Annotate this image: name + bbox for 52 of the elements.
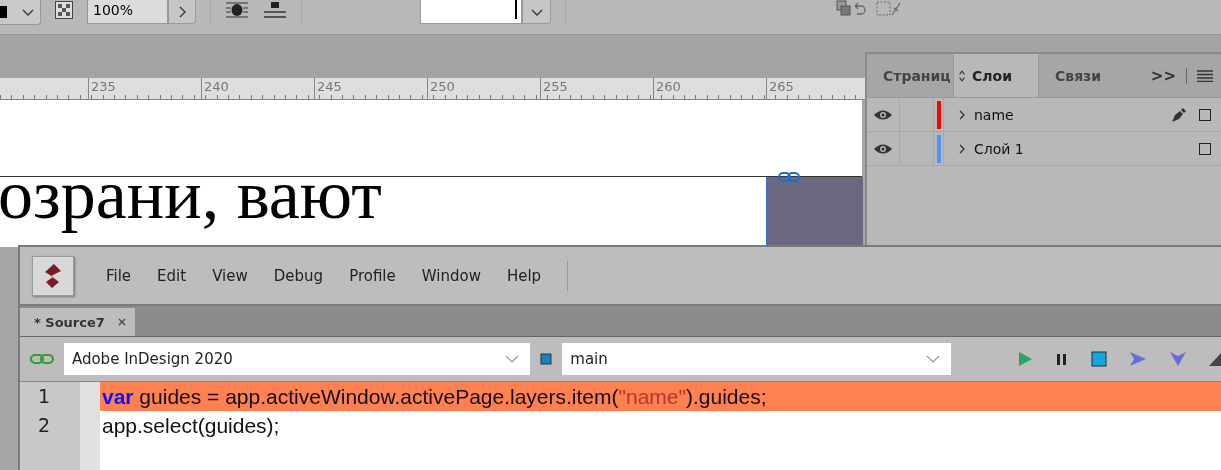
ruler-label: 240	[201, 78, 314, 99]
editor-tab[interactable]: * Source7	[20, 308, 135, 336]
menu-item[interactable]: Window	[421, 266, 481, 285]
frame-fit-icon[interactable]	[876, 0, 902, 18]
caret-icon	[925, 354, 941, 364]
chevron-icon	[177, 4, 187, 19]
panel-tab[interactable]: Слои	[953, 54, 1039, 97]
select-square[interactable]	[1199, 108, 1211, 121]
document-text: озрани, вают	[0, 177, 382, 235]
align-bottom-icon[interactable]	[263, 0, 287, 20]
engine-dropdown[interactable]: main	[562, 343, 951, 375]
caret-icon[interactable]	[21, 7, 35, 17]
menu-item[interactable]: Profile	[349, 266, 396, 285]
code-line: app.select(guides);	[101, 413, 281, 439]
style-dropdown[interactable]	[420, 0, 551, 24]
chevron-icon[interactable]	[958, 142, 966, 155]
target-dropdown[interactable]: Adobe InDesign 2020	[63, 343, 531, 375]
fill-dropdown[interactable]	[0, 0, 41, 25]
layer-row[interactable]: name	[867, 98, 1221, 132]
text-wrap-icon[interactable]	[225, 0, 249, 20]
expand-button[interactable]: >>	[1150, 66, 1176, 85]
close-icon[interactable]	[116, 317, 127, 327]
eye-icon[interactable]	[873, 108, 893, 121]
layer-name[interactable]: name	[974, 106, 1014, 123]
ruler-label: 250	[427, 78, 540, 99]
menu-item[interactable]: Edit	[157, 266, 187, 285]
ruler-label: 235	[88, 78, 201, 99]
ruler-label: 255	[540, 78, 653, 99]
chevron-icon[interactable]	[958, 108, 966, 121]
menu-icon[interactable]	[1197, 69, 1213, 82]
opacity-field[interactable]: 100%	[87, 0, 168, 24]
ruler-label: 260	[653, 78, 766, 99]
eye-icon[interactable]	[873, 142, 893, 155]
ruler-label: 245	[314, 78, 427, 99]
panel-tab[interactable]: Связи	[1039, 54, 1118, 97]
engine-icon	[540, 353, 553, 365]
layer-row[interactable]: Слой 1	[867, 132, 1221, 166]
menu-item[interactable]: View	[212, 266, 248, 285]
caret-icon	[504, 354, 521, 364]
pause-icon[interactable]	[1055, 351, 1069, 367]
menu-item[interactable]: File	[106, 266, 132, 285]
app-logo	[32, 255, 74, 296]
swap-icon[interactable]	[836, 0, 866, 18]
link-icon[interactable]	[778, 171, 800, 183]
checker-icon[interactable]	[55, 1, 73, 19]
line-number: 1	[38, 384, 51, 409]
select-square[interactable]	[1199, 142, 1211, 155]
line-number: 2	[38, 413, 51, 438]
menu-item[interactable]: Help	[506, 266, 542, 285]
step-out-icon[interactable]	[1209, 351, 1221, 367]
layer-name[interactable]: Слой 1	[974, 140, 1024, 157]
menu-item[interactable]: Debug	[273, 266, 324, 285]
